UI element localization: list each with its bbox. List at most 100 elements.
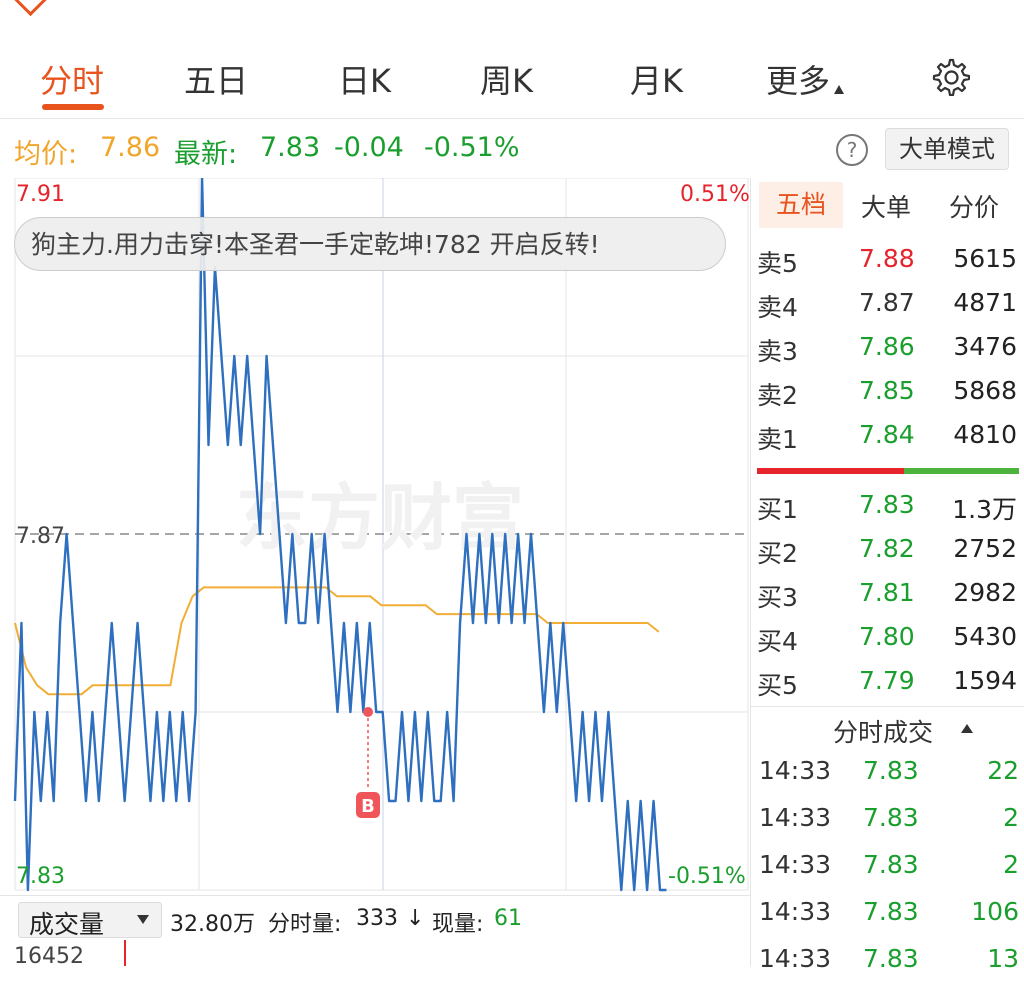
level-volume: 5868	[953, 376, 1017, 405]
tick-time: 14:33	[759, 944, 832, 973]
tick-price: 7.83	[863, 850, 919, 879]
level-label: 买3	[757, 583, 798, 612]
level-price: 7.79	[859, 666, 915, 695]
tick-time: 14:33	[759, 756, 832, 785]
level-volume: 2982	[953, 578, 1017, 607]
buy-sell-ratio-buy	[903, 468, 1019, 474]
sell-level-row[interactable]: 卖1 7.84 4810	[751, 414, 1024, 458]
tab-intraday[interactable]: 分时	[40, 56, 104, 102]
fs-volume-value: 333	[356, 906, 398, 931]
tick-volume: 2	[1003, 803, 1019, 832]
level-volume: 3476	[953, 332, 1017, 361]
tab-five-day[interactable]: 五日	[184, 56, 248, 102]
intraday-chart[interactable]: 东方财富 B 7.91 0.51% 7.87 7.83 -0.51%	[0, 178, 750, 894]
level-volume: 2752	[953, 534, 1017, 563]
level-volume: 1594	[953, 666, 1017, 695]
tick-price: 7.83	[863, 756, 919, 785]
level-label: 卖4	[757, 293, 798, 322]
tab-active-indicator	[42, 104, 104, 110]
level-label: 买2	[757, 539, 798, 568]
tab-daily-k[interactable]: 日K	[338, 56, 391, 102]
buy-sell-ratio-sell	[757, 468, 904, 474]
gear-icon[interactable]	[930, 56, 970, 96]
volume-total: 32.80万	[170, 912, 255, 937]
tick-row: 14:33 7.83 22	[751, 750, 1024, 796]
level-volume: 4871	[953, 288, 1017, 317]
tick-volume: 2	[1003, 850, 1019, 879]
level-price: 7.84	[859, 420, 915, 449]
caret-down-icon	[137, 915, 149, 924]
volume-bar: 成交量 32.80万 分时量: 333 ↓ 现量: 61	[0, 895, 750, 940]
now-volume-label: 现量:	[432, 912, 484, 937]
tab-monthly-k[interactable]: 月K	[630, 56, 683, 102]
tab-more-label: 更多	[766, 62, 831, 100]
corner-triangle-icon	[834, 85, 845, 94]
buy-level-row[interactable]: 买5 7.79 1594	[751, 660, 1024, 704]
volume-max-label: 16452	[14, 944, 84, 969]
level-volume: 5615	[953, 244, 1017, 273]
price-min-label: 7.83	[16, 864, 65, 889]
sell-level-row[interactable]: 卖5 7.88 5615	[751, 238, 1024, 282]
back-icon[interactable]	[12, 0, 49, 17]
tick-price: 7.83	[863, 897, 919, 926]
indicator-select[interactable]: 成交量	[18, 902, 162, 939]
big-order-mode-button[interactable]: 大单模式	[885, 128, 1009, 170]
now-volume-value: 61	[494, 906, 522, 931]
level-label: 卖2	[757, 381, 798, 410]
tick-volume: 106	[971, 897, 1019, 926]
level-volume: 4810	[953, 420, 1017, 449]
level-price: 7.88	[859, 244, 915, 273]
collapse-triangle-icon	[961, 724, 973, 733]
tab-price-distribution[interactable]: 分价	[949, 188, 999, 224]
level-price: 7.80	[859, 622, 915, 651]
avg-value: 7.86	[100, 132, 161, 163]
change-value: -0.04	[334, 132, 404, 163]
tick-row: 14:33 7.83 2	[751, 797, 1024, 843]
tab-more[interactable]: 更多	[766, 56, 845, 102]
buy-level-row[interactable]: 买2 7.82 2752	[751, 528, 1024, 572]
tick-row: 14:33 7.83 13	[751, 938, 1024, 984]
level-label: 卖1	[757, 425, 798, 454]
level-label: 卖5	[757, 249, 798, 278]
tab-big-orders[interactable]: 大单	[861, 188, 911, 224]
marker-label: B	[361, 796, 375, 817]
sell-level-row[interactable]: 卖3 7.86 3476	[751, 326, 1024, 370]
tick-price: 7.83	[863, 803, 919, 832]
pct-min-label: -0.51%	[668, 864, 746, 889]
tab-five-levels[interactable]: 五档	[759, 182, 843, 228]
price-info-bar: 均价: 7.86 最新: 7.83 -0.04 -0.51%	[0, 128, 1024, 172]
intraday-chart-svg: 东方财富 B	[13, 178, 749, 892]
buy-marker: B	[356, 707, 380, 818]
tab-weekly-k[interactable]: 周K	[480, 56, 533, 102]
level-label: 买5	[757, 671, 798, 700]
buy-level-row[interactable]: 买3 7.81 2982	[751, 572, 1024, 616]
tick-volume: 22	[987, 756, 1019, 785]
fs-volume-label: 分时量:	[268, 912, 342, 937]
indicator-select-label: 成交量	[29, 910, 105, 939]
title-strip	[0, 0, 1024, 30]
tick-time: 14:33	[759, 803, 832, 832]
tick-time: 14:33	[759, 897, 832, 926]
sell-level-row[interactable]: 卖4 7.87 4871	[751, 282, 1024, 326]
sell-level-row[interactable]: 卖2 7.85 5868	[751, 370, 1024, 414]
level-price: 7.87	[859, 288, 915, 317]
latest-value: 7.83	[260, 132, 321, 163]
price-max-label: 7.91	[16, 182, 65, 207]
help-icon[interactable]: ?	[836, 134, 868, 166]
comment-bubble[interactable]: 狗主力.用力击穿!本圣君一手定乾坤!782 开启反转!	[14, 217, 726, 271]
level-label: 买1	[757, 495, 798, 524]
order-book-panel: 五档 大单 分价 卖5 7.88 5615 卖4 7.87 4871 卖3 7.86 3476 卖…	[750, 178, 1024, 973]
tick-price: 7.83	[863, 944, 919, 973]
tick-time: 14:33	[759, 850, 832, 879]
buy-level-row[interactable]: 买1 7.83 1.3万	[751, 484, 1024, 528]
down-arrow-icon: ↓	[406, 906, 425, 931]
latest-label: 最新:	[174, 139, 238, 170]
buy-level-row[interactable]: 买4 7.80 5430	[751, 616, 1024, 660]
level-price: 7.82	[859, 534, 915, 563]
level-volume: 5430	[953, 622, 1017, 651]
tick-row: 14:33 7.83 106	[751, 891, 1024, 937]
price-mid-label: 7.87	[16, 524, 65, 549]
level-price: 7.85	[859, 376, 915, 405]
ticks-header[interactable]: 分时成交	[751, 706, 1024, 751]
pct-max-label: 0.51%	[680, 182, 750, 207]
